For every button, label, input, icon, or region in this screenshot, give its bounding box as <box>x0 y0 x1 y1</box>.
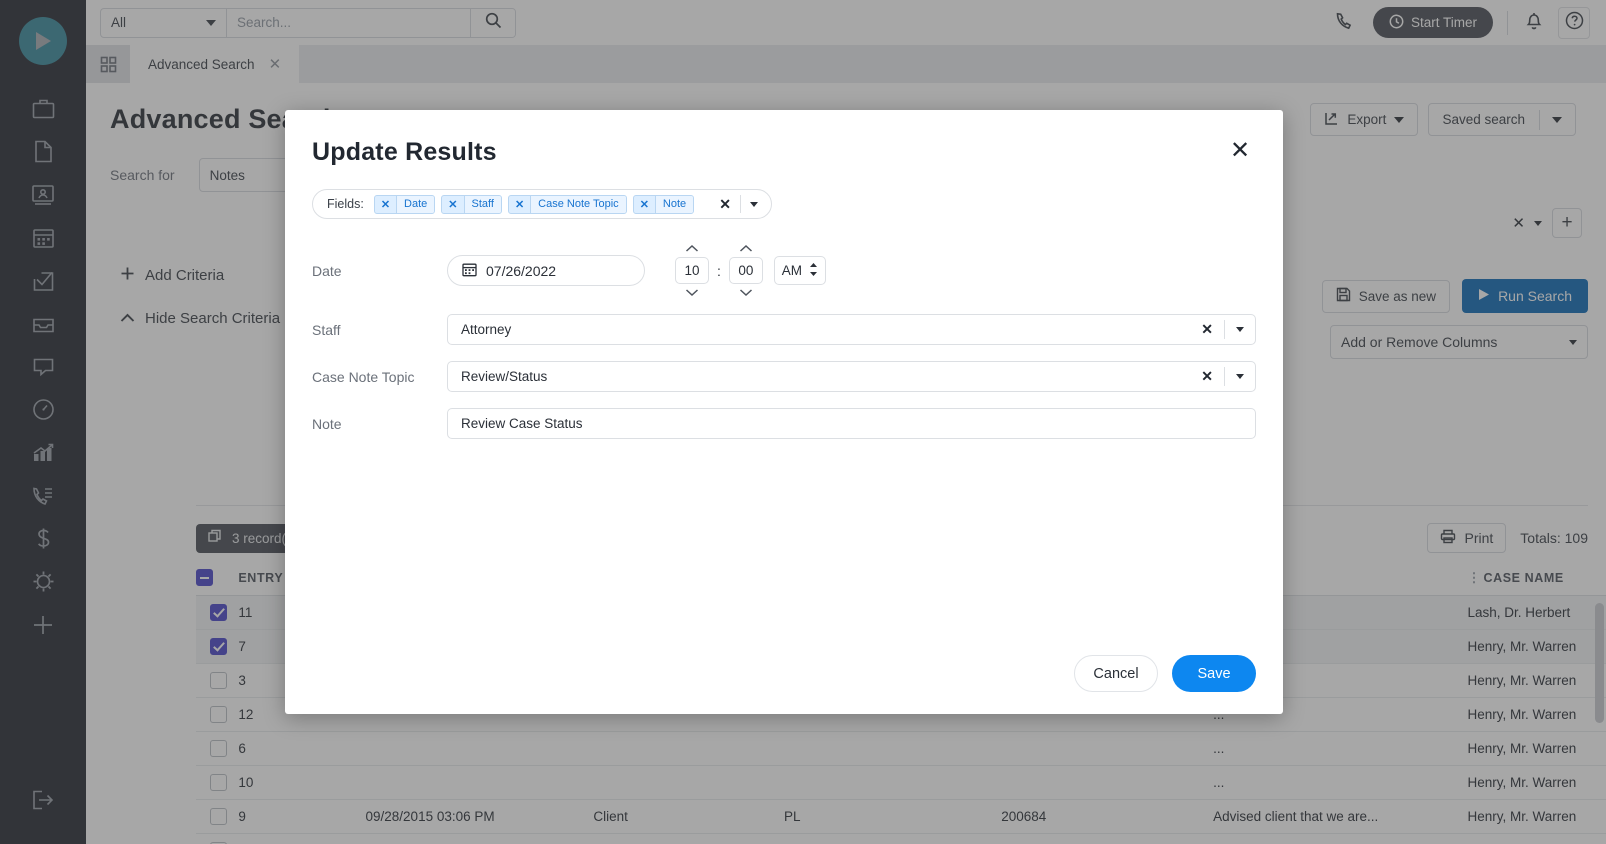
field-chip-label: Note <box>655 195 694 213</box>
meridiem-select[interactable]: AM <box>773 256 826 285</box>
calendar-icon <box>462 262 477 280</box>
staff-value: Attorney <box>461 322 512 337</box>
date-value: 07/26/2022 <box>486 262 557 279</box>
clear-x-icon[interactable]: ✕ <box>1190 368 1224 385</box>
case-note-topic-value: Review/Status <box>461 369 548 384</box>
clear-x-icon[interactable]: ✕ <box>1190 321 1224 338</box>
minute-increment-icon[interactable] <box>739 243 753 254</box>
staff-select[interactable]: Attorney ✕ <box>447 314 1256 345</box>
case-note-topic-select[interactable]: Review/Status ✕ <box>447 361 1256 392</box>
cancel-button[interactable]: Cancel <box>1074 655 1158 692</box>
dialog-form: Date 07/26/2022 10: 00 AM Staff Attorne… <box>285 243 1283 439</box>
chevron-down-icon[interactable] <box>741 201 767 207</box>
save-button[interactable]: Save <box>1172 655 1256 692</box>
form-row-date: Date 07/26/2022 10: 00 AM <box>285 243 1283 298</box>
staff-label: Staff <box>312 321 341 338</box>
dialog-title: Update Results <box>312 138 497 166</box>
chevron-down-icon[interactable] <box>1225 327 1255 332</box>
dialog-footer: Cancel Save <box>1074 655 1256 692</box>
field-chip-label: Staff <box>464 195 501 213</box>
close-icon[interactable]: ✕ <box>1227 138 1253 164</box>
minute-spinner: 00 <box>728 243 763 298</box>
case-note-topic-controls: Review/Status ✕ <box>447 361 1256 392</box>
fields-bar-actions: ✕ <box>710 195 767 213</box>
field-chip-note[interactable]: ✕ Note <box>632 194 695 214</box>
date-label: Date <box>312 262 342 279</box>
hour-decrement-icon[interactable] <box>685 287 699 298</box>
case-note-topic-label: Case Note Topic <box>312 368 415 385</box>
up-down-arrows-icon <box>809 262 818 280</box>
fields-multiselect[interactable]: Fields: ✕ Date ✕ Staff ✕ Case Note Topic… <box>312 189 772 219</box>
chevron-down-icon[interactable] <box>1225 374 1255 379</box>
note-label: Note <box>312 415 342 432</box>
remove-chip-icon[interactable]: ✕ <box>634 195 656 213</box>
field-chip-label: Case Note Topic <box>531 195 626 213</box>
dialog-header: Update Results ✕ <box>285 110 1283 167</box>
time-picker: 10 : 00 AM <box>675 243 826 298</box>
minute-decrement-icon[interactable] <box>739 287 753 298</box>
minute-input[interactable]: 00 <box>728 257 763 284</box>
form-row-case-note-topic: Case Note Topic Review/Status ✕ <box>285 361 1283 392</box>
hour-increment-icon[interactable] <box>685 243 699 254</box>
field-chip-label: Date <box>397 195 435 213</box>
field-chip-case-note-topic[interactable]: ✕ Case Note Topic <box>507 194 627 214</box>
remove-chip-icon[interactable]: ✕ <box>509 195 532 213</box>
time-separator: : <box>717 262 721 279</box>
hour-spinner: 10 <box>675 243 709 298</box>
field-chip-date[interactable]: ✕ Date <box>373 194 436 214</box>
fields-label: Fields: <box>327 197 364 211</box>
meridiem-value: AM <box>781 263 803 278</box>
date-input[interactable]: 07/26/2022 <box>447 255 645 286</box>
update-results-dialog: Update Results ✕ Fields: ✕ Date ✕ Staff … <box>285 110 1283 714</box>
form-row-note: Note Review Case Status <box>285 408 1283 439</box>
note-controls: Review Case Status <box>447 408 1256 439</box>
hour-input[interactable]: 10 <box>675 257 709 284</box>
note-input[interactable]: Review Case Status <box>447 408 1256 439</box>
field-chip-staff[interactable]: ✕ Staff <box>441 194 502 214</box>
date-controls: 07/26/2022 10 : 00 AM <box>447 243 1256 298</box>
clear-all-fields-icon[interactable]: ✕ <box>710 196 740 213</box>
remove-chip-icon[interactable]: ✕ <box>375 195 398 213</box>
staff-controls: Attorney ✕ <box>447 314 1256 345</box>
note-value: Review Case Status <box>461 416 583 431</box>
remove-chip-icon[interactable]: ✕ <box>442 195 465 213</box>
form-row-staff: Staff Attorney ✕ <box>285 314 1283 345</box>
